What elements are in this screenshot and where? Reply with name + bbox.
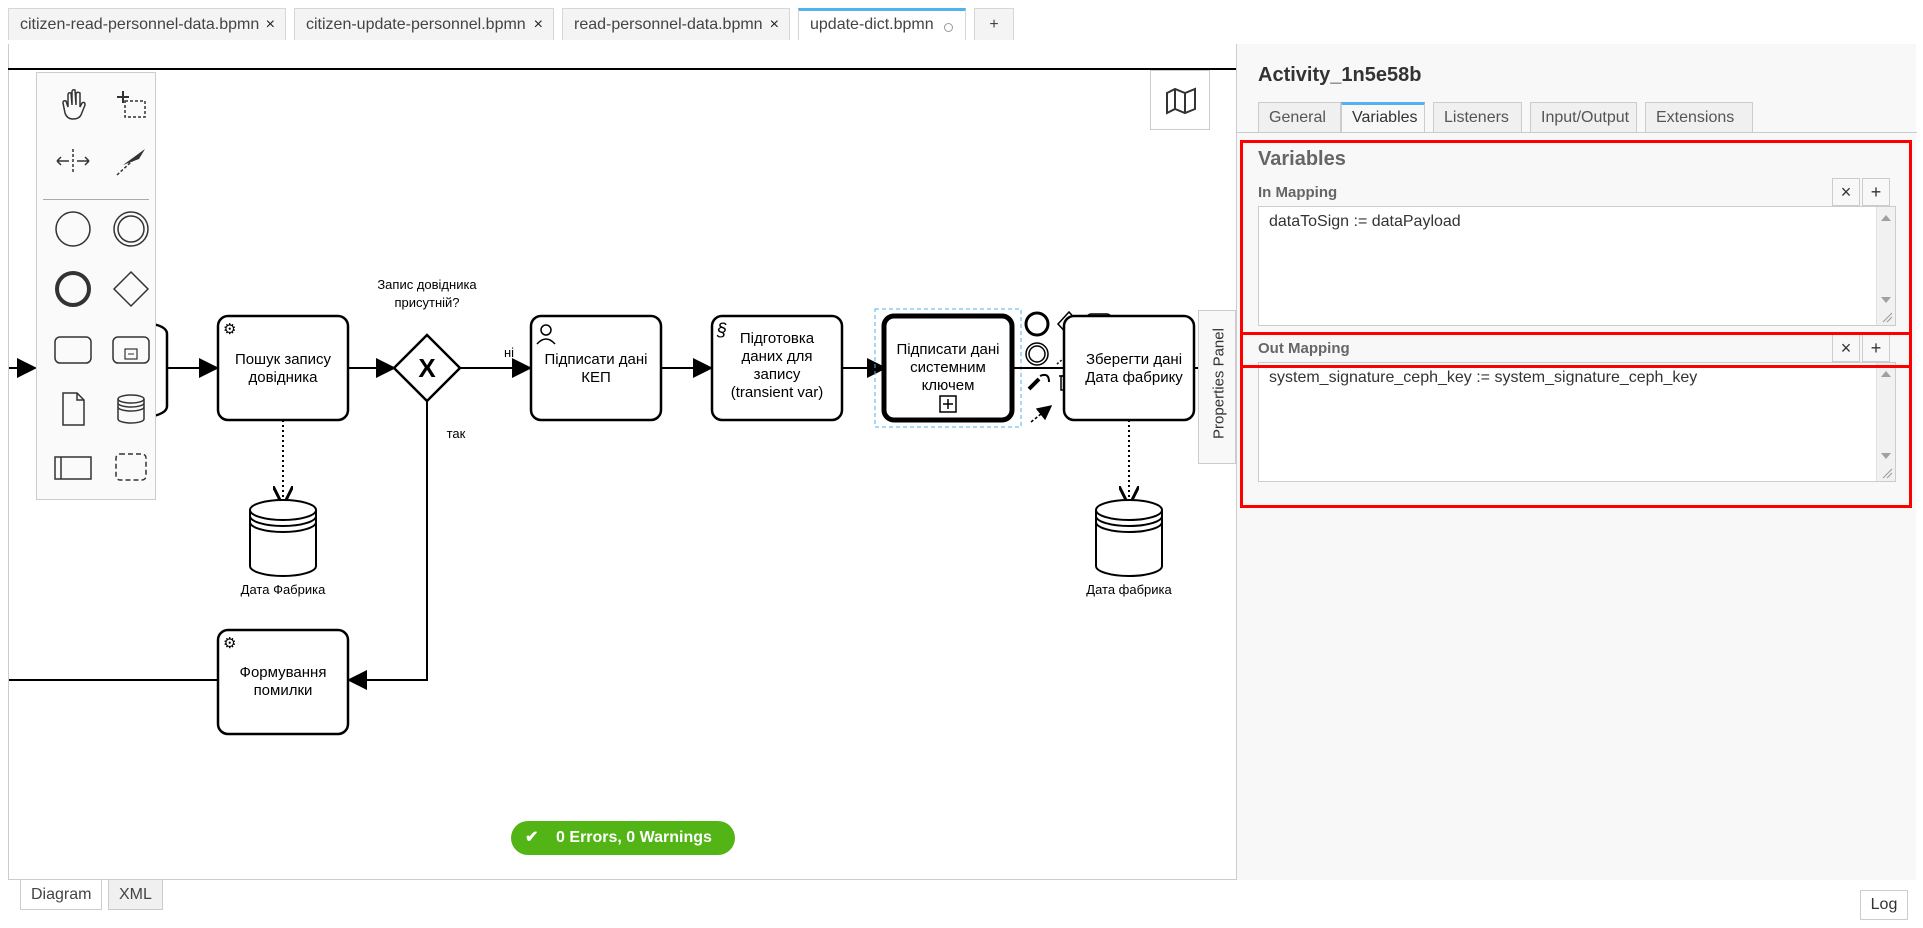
tab-general[interactable]: General xyxy=(1258,102,1341,132)
gear-icon: ⚙ xyxy=(223,321,236,338)
log-button[interactable]: Log xyxy=(1860,890,1908,920)
group-icon[interactable] xyxy=(109,445,153,489)
data-store-icon[interactable] xyxy=(109,387,153,431)
user-icon xyxy=(540,324,552,336)
datastore-1-label: Дата Фабрика xyxy=(240,582,326,597)
tab-variables[interactable]: Variables xyxy=(1341,102,1425,132)
tab-label: read-personnel-data.bpmn xyxy=(574,16,763,33)
task-sign-system-label: Підписати дані системним ключем xyxy=(896,341,1000,394)
datastore-2-label: Дата фабрика xyxy=(1086,582,1172,597)
participant-icon[interactable] xyxy=(51,445,95,489)
palette-separator xyxy=(43,199,149,200)
gateway-label: Запис довідника присутній? xyxy=(377,277,477,310)
close-icon[interactable]: × xyxy=(266,9,275,41)
highlight-out-mapping xyxy=(1240,332,1912,508)
minimap-toggle-button[interactable] xyxy=(1150,70,1210,130)
task-search-label: Пошук запису довідника xyxy=(234,351,332,386)
hand-tool-icon[interactable] xyxy=(51,83,95,127)
file-tab-bar: citizen-read-personnel-data.bpmn × citiz… xyxy=(0,0,1923,44)
task-error-label: Формування помилки xyxy=(239,664,327,699)
tabs-divider xyxy=(1237,132,1917,133)
subprocess-icon[interactable] xyxy=(109,327,153,371)
check-icon: ✔ xyxy=(525,829,539,846)
tab-update-dict[interactable]: update-dict.bpmn xyxy=(798,8,966,40)
close-icon[interactable]: × xyxy=(770,9,779,41)
gateway-icon[interactable] xyxy=(109,267,153,311)
tab-label: citizen-update-personnel.bpmn xyxy=(306,16,526,33)
datastore-2 xyxy=(1095,499,1163,577)
space-tool-icon[interactable] xyxy=(51,139,95,183)
tab-citizen-read-personnel-data[interactable]: citizen-read-personnel-data.bpmn × xyxy=(8,8,286,40)
datastore-1 xyxy=(249,499,317,577)
task-prepare-label: Підготовка даних для запису (transient v… xyxy=(730,330,824,401)
connect-icon xyxy=(1030,405,1053,423)
end-event-icon[interactable] xyxy=(51,267,95,311)
lint-status-badge[interactable]: ✔ 0 Errors, 0 Warnings xyxy=(511,821,735,855)
task-save-label: Зберегти дані Дата фабрику xyxy=(1085,351,1183,386)
flow-no-label: ні xyxy=(503,345,515,360)
tab-listeners[interactable]: Listeners xyxy=(1433,102,1522,132)
x-marker-icon: X xyxy=(418,353,436,383)
tab-diagram[interactable]: Diagram xyxy=(20,880,103,910)
data-object-icon[interactable] xyxy=(51,387,95,431)
canvas-border xyxy=(8,68,1236,70)
bpmn-diagram: ⚙ X § ⚙ xyxy=(9,308,1237,736)
task-sign-kep-label: Підписати дані КЕП xyxy=(544,351,648,386)
element-id-title: Activity_1n5e58b xyxy=(1258,64,1422,86)
global-connect-icon[interactable] xyxy=(109,139,153,183)
tab-extensions[interactable]: Extensions xyxy=(1645,102,1753,132)
properties-panel: Activity_1n5e58b General Variables Liste… xyxy=(1236,44,1917,880)
tab-citizen-update-personnel[interactable]: citizen-update-personnel.bpmn × xyxy=(294,8,554,40)
tab-label: update-dict.bpmn xyxy=(810,16,934,33)
unsaved-indicator-icon xyxy=(944,23,953,32)
lasso-tool-icon[interactable] xyxy=(109,83,153,127)
append-end-event-icon xyxy=(1024,311,1050,337)
tab-xml[interactable]: XML xyxy=(108,880,163,910)
close-icon[interactable]: × xyxy=(534,9,543,41)
tab-input-output[interactable]: Input/Output xyxy=(1530,102,1637,132)
bottom-divider xyxy=(8,879,1236,880)
new-tab-button[interactable]: + xyxy=(974,8,1014,40)
task-icon[interactable] xyxy=(51,327,95,371)
start-event-icon[interactable] xyxy=(51,207,95,251)
tab-label: citizen-read-personnel-data.bpmn xyxy=(20,16,260,33)
map-icon xyxy=(1166,87,1196,115)
intermediate-event-icon[interactable] xyxy=(109,207,153,251)
tool-palette xyxy=(36,72,156,500)
tab-read-personnel-data[interactable]: read-personnel-data.bpmn × xyxy=(562,8,790,40)
properties-panel-toggle[interactable]: Properties Panel xyxy=(1198,310,1236,464)
change-type-icon xyxy=(1027,377,1041,391)
diagram-canvas[interactable]: ⚙ X § ⚙ Пошук запису довідника Підписати… xyxy=(8,44,1237,880)
gear-icon: ⚙ xyxy=(223,635,236,652)
flow-yes-label: так xyxy=(446,426,466,441)
